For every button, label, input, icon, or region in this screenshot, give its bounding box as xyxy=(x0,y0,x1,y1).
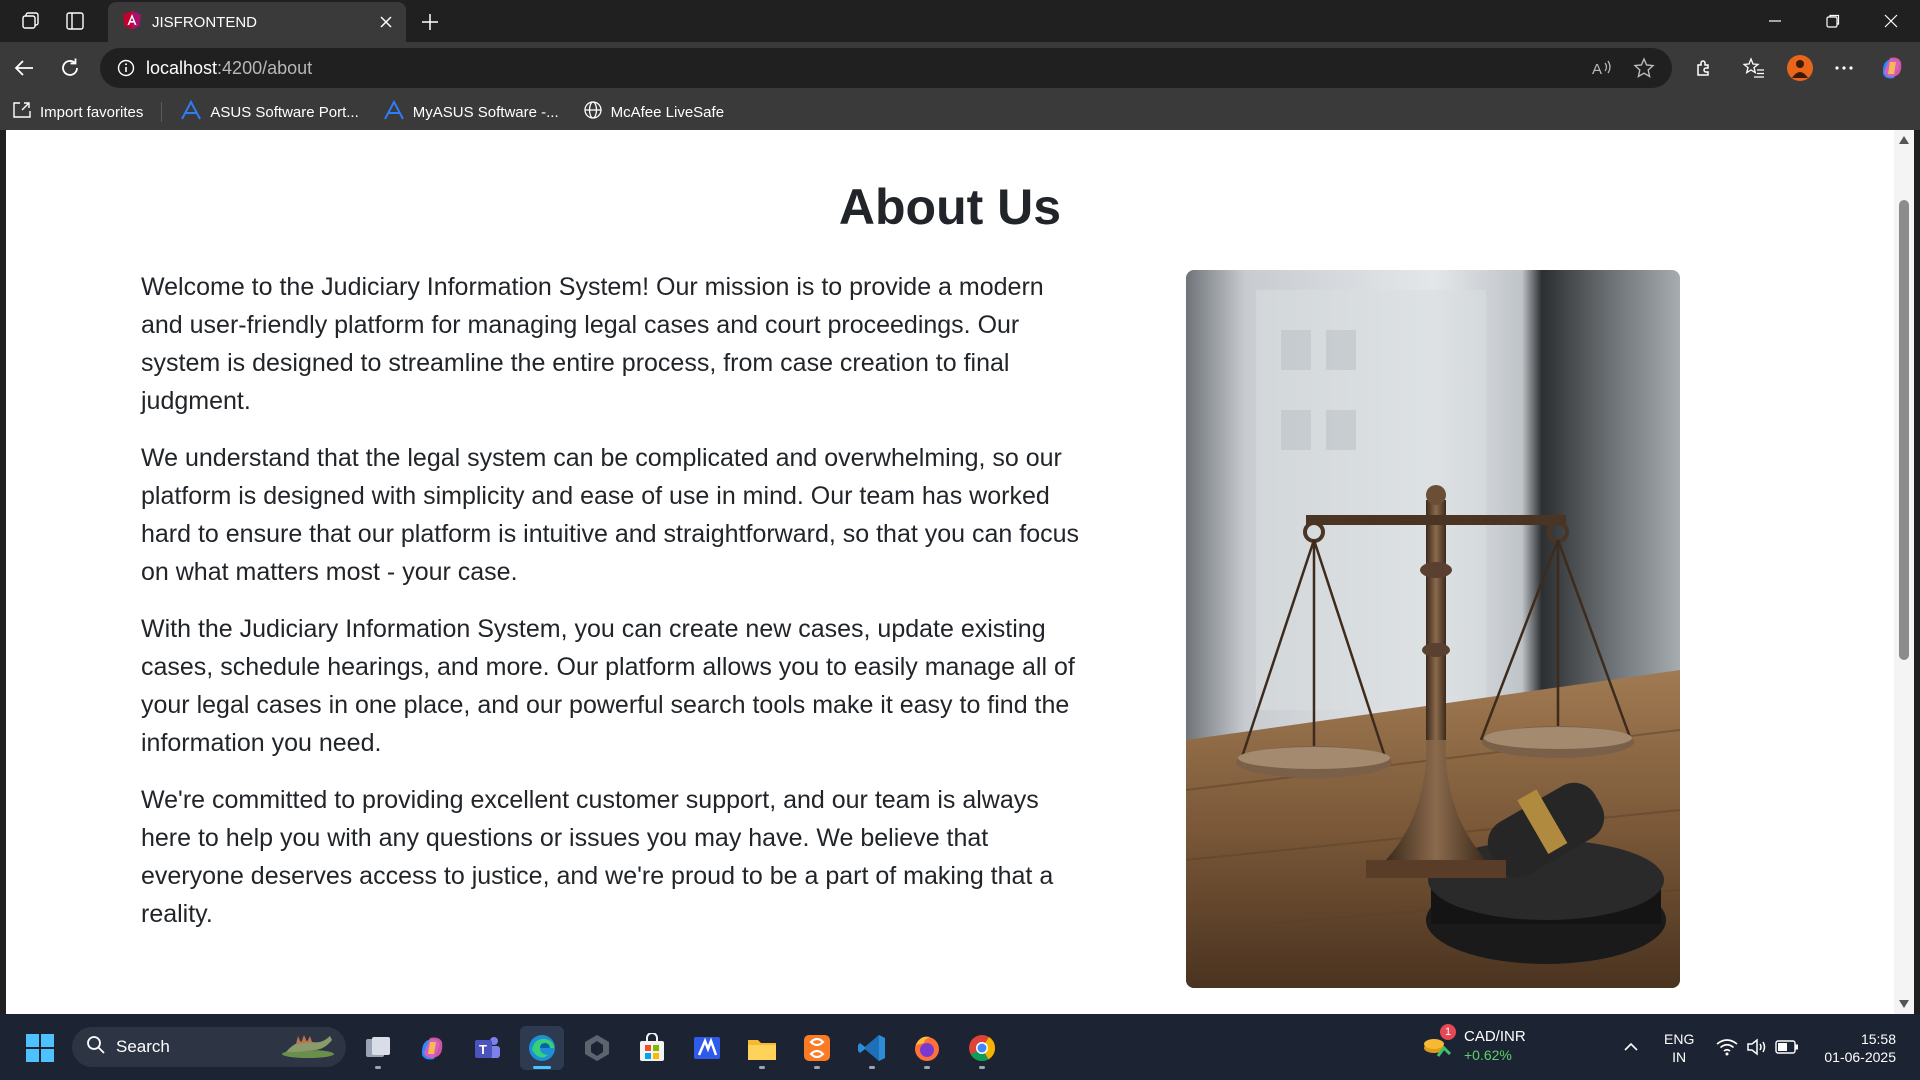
svg-text:T: T xyxy=(479,1042,487,1057)
desktop-screen: JISFRONTEND localhost:4200/about A Impor… xyxy=(0,0,1920,1080)
browser-title-bar: JISFRONTEND xyxy=(0,0,1920,42)
taskbar-search[interactable]: Search xyxy=(72,1027,346,1067)
about-paragraph: We're committed to providing excellent c… xyxy=(141,786,1054,928)
favorites-bar: Import favorites ASUS Software Port... M… xyxy=(0,94,1920,130)
about-paragraph: Welcome to the Judiciary Information Sys… xyxy=(141,273,1044,415)
url-path: :4200/about xyxy=(217,57,313,78)
favorite-label: MyASUS Software -... xyxy=(412,103,559,121)
about-paragraph: We understand that the legal system can … xyxy=(141,444,1080,586)
ticker-change: +0.62% xyxy=(1464,1047,1512,1063)
clock-date: 01-06-2025 xyxy=(1824,1049,1896,1065)
copilot-icon[interactable] xyxy=(1876,52,1908,84)
file-explorer-icon[interactable] xyxy=(740,1026,784,1070)
favorite-mcafee-livesafe[interactable]: McAfee LiveSafe xyxy=(583,97,724,127)
favorite-myasus-software[interactable]: MyASUS Software -... xyxy=(383,97,559,127)
vertical-tabs-icon[interactable] xyxy=(62,8,88,34)
stock-ticker-widget[interactable]: 1 CAD/INR +0.62% xyxy=(1420,1024,1526,1065)
minimize-icon[interactable] xyxy=(1746,0,1804,42)
scrollbar-thumb[interactable] xyxy=(1899,200,1909,660)
volume-icon[interactable] xyxy=(1744,1034,1770,1060)
firefox-icon[interactable] xyxy=(905,1026,949,1070)
svg-text:A: A xyxy=(1592,61,1602,78)
more-options-icon[interactable] xyxy=(1828,52,1860,84)
vscode-icon[interactable] xyxy=(850,1026,894,1070)
back-arrow-icon[interactable] xyxy=(8,52,40,84)
running-indicator xyxy=(814,1066,820,1069)
scales-of-justice-image xyxy=(1186,270,1680,988)
search-label: Search xyxy=(116,1037,170,1056)
wifi-icon[interactable] xyxy=(1714,1034,1740,1060)
favorite-import[interactable]: Import favorites xyxy=(12,97,143,127)
battery-icon[interactable] xyxy=(1774,1034,1800,1060)
ticker-chart-icon: 1 xyxy=(1420,1024,1456,1065)
region-code: IN xyxy=(1672,1049,1687,1065)
windows-taskbar: Search T 1 CAD/INR +0.62% ENG IN 15:58 0… xyxy=(0,1014,1920,1080)
dinosaur-highlight-icon xyxy=(278,1030,338,1065)
close-tab-icon[interactable] xyxy=(372,8,400,36)
windows-start-icon[interactable] xyxy=(18,1026,62,1070)
about-paragraph: With the Judiciary Information System, y… xyxy=(141,615,1075,757)
favorites-list-icon[interactable] xyxy=(1738,52,1770,84)
running-indicator xyxy=(869,1066,875,1069)
favorite-asus-software-portal[interactable]: ASUS Software Port... xyxy=(180,97,359,127)
scroll-up-arrow-icon[interactable] xyxy=(1894,132,1914,148)
address-bar[interactable]: localhost:4200/about A xyxy=(100,48,1672,88)
microsoft-store-icon[interactable] xyxy=(630,1026,674,1070)
page-scrollbar[interactable] xyxy=(1894,130,1914,1014)
url-host: localhost xyxy=(146,57,218,78)
site-info-icon[interactable] xyxy=(106,59,146,77)
running-indicator xyxy=(759,1066,765,1069)
restore-icon[interactable] xyxy=(1804,0,1862,42)
active-tab[interactable]: JISFRONTEND xyxy=(108,2,406,42)
url-text: localhost:4200/about xyxy=(146,58,312,79)
search-icon xyxy=(86,1035,106,1060)
workspaces-icon[interactable] xyxy=(18,8,44,34)
favorite-label: Import favorites xyxy=(40,103,144,121)
ticker-name: CAD/INR xyxy=(1464,1028,1526,1045)
about-text: Welcome to the Judiciary Information Sys… xyxy=(141,268,1091,952)
asus-logo-icon xyxy=(383,99,405,124)
favorite-label: ASUS Software Port... xyxy=(210,103,359,121)
running-indicator xyxy=(533,1066,551,1069)
task-view-icon[interactable] xyxy=(356,1026,400,1070)
tab-title: JISFRONTEND xyxy=(152,13,257,31)
copilot-app-icon[interactable] xyxy=(410,1026,454,1070)
system-clock[interactable]: 15:58 01-06-2025 xyxy=(1812,1030,1896,1066)
read-aloud-icon[interactable]: A xyxy=(1586,52,1618,84)
scroll-down-arrow-icon[interactable] xyxy=(1894,996,1914,1012)
globe-icon xyxy=(583,100,603,124)
asus-logo-icon xyxy=(180,99,202,124)
favorite-label: McAfee LiveSafe xyxy=(610,103,725,121)
angular-logo-icon xyxy=(122,10,142,35)
teams-icon[interactable]: T xyxy=(465,1026,509,1070)
profile-avatar[interactable] xyxy=(1784,52,1816,84)
unity-hub-icon[interactable] xyxy=(575,1026,619,1070)
clock-time: 15:58 xyxy=(1860,1031,1896,1047)
browser-toolbar: localhost:4200/about A xyxy=(0,42,1920,94)
language-indicator[interactable]: ENG IN xyxy=(1664,1030,1694,1066)
import-favorites-icon xyxy=(12,101,32,123)
powerautomate-icon[interactable] xyxy=(685,1026,729,1070)
close-window-icon[interactable] xyxy=(1862,0,1920,42)
extensions-icon[interactable] xyxy=(1688,52,1720,84)
xampp-icon[interactable] xyxy=(795,1026,839,1070)
favorite-star-icon[interactable] xyxy=(1628,52,1660,84)
page-viewport: About Us Welcome to the Judiciary Inform… xyxy=(6,130,1894,1014)
window-edge xyxy=(1914,130,1920,1014)
running-indicator xyxy=(979,1066,985,1069)
chrome-icon[interactable] xyxy=(960,1026,1004,1070)
edge-browser-icon[interactable] xyxy=(520,1026,564,1070)
refresh-icon[interactable] xyxy=(54,52,86,84)
new-tab-button[interactable] xyxy=(414,6,446,38)
notification-badge: 1 xyxy=(1440,1024,1456,1040)
running-indicator xyxy=(924,1066,930,1069)
show-hidden-icons-chevron-icon[interactable] xyxy=(1618,1034,1644,1060)
language-code: ENG xyxy=(1664,1031,1695,1047)
page-title: About Us xyxy=(838,179,1062,235)
favorites-divider xyxy=(161,102,163,122)
